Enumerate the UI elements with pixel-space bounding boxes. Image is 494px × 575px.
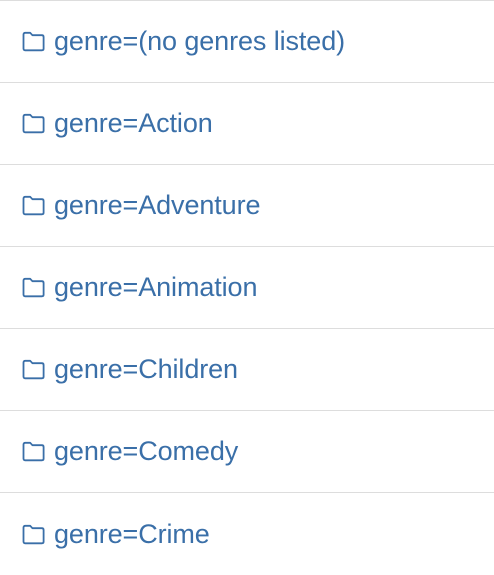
folder-link[interactable]: genre=Comedy (54, 438, 238, 465)
folder-row[interactable]: genre=(no genres listed) (0, 1, 494, 83)
folder-link[interactable]: genre=Crime (54, 520, 210, 548)
folder-link[interactable]: genre=Children (54, 356, 238, 383)
folder-row[interactable]: genre=Crime (0, 493, 494, 575)
folder-icon (21, 524, 46, 545)
folder-link[interactable]: genre=Adventure (54, 192, 261, 219)
folder-link[interactable]: genre=Animation (54, 274, 257, 301)
folder-link[interactable]: genre=Action (54, 110, 213, 137)
folder-icon (21, 195, 46, 216)
folder-icon (21, 113, 46, 134)
folder-list: genre=(no genres listed) genre=Action ge… (0, 0, 494, 568)
folder-icon (21, 359, 46, 380)
folder-row[interactable]: genre=Children (0, 329, 494, 411)
folder-icon (21, 441, 46, 462)
folder-row[interactable]: genre=Action (0, 83, 494, 165)
folder-link[interactable]: genre=(no genres listed) (54, 28, 345, 55)
folder-row[interactable]: genre=Comedy (0, 411, 494, 493)
folder-icon (21, 277, 46, 298)
folder-row[interactable]: genre=Adventure (0, 165, 494, 247)
folder-icon (21, 31, 46, 52)
folder-row[interactable]: genre=Animation (0, 247, 494, 329)
